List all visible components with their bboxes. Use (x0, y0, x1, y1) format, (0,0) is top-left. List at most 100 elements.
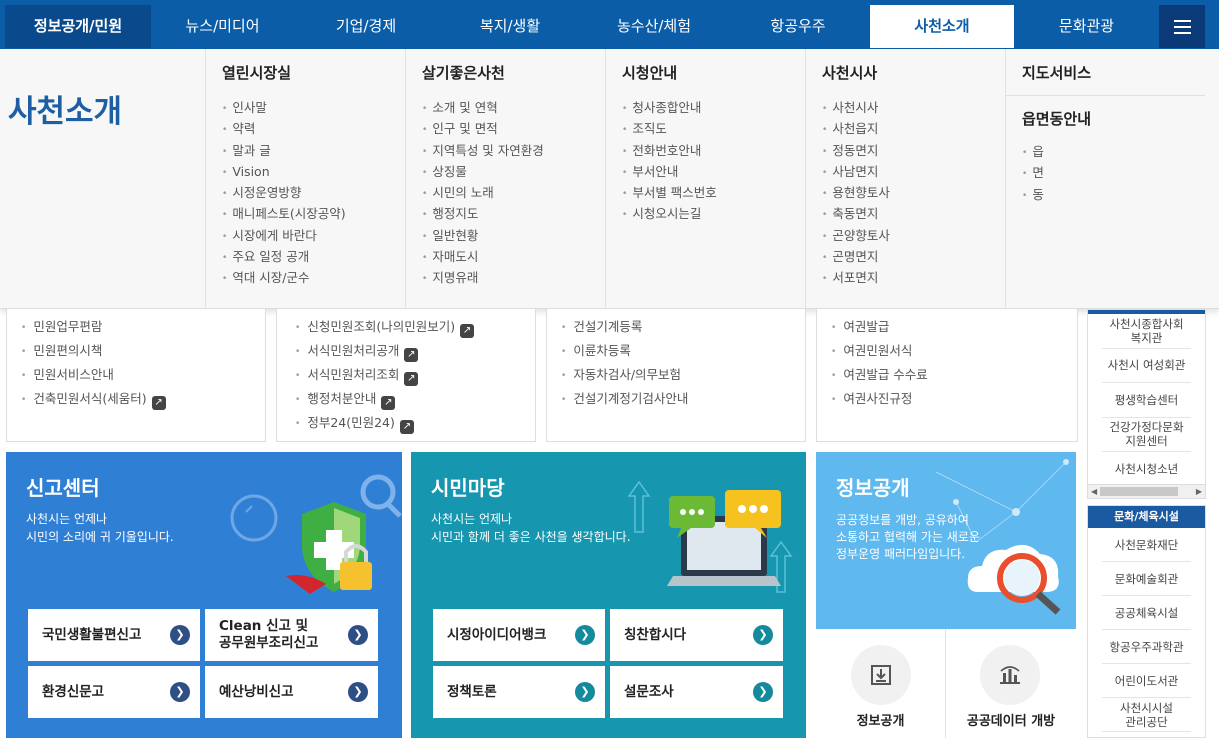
citizen-button-idea-bank[interactable]: 시정아이디어뱅크 ❯ (433, 609, 605, 661)
facility-link[interactable]: 건강가정다문화 지원센터 (1102, 418, 1191, 452)
list-item[interactable]: 건설기계정기검사안내 (561, 387, 805, 411)
civil-box-2: 신청민원조회(나의민원보기) ↗ 서식민원처리공개 ↗ 서식민원처리조회 ↗ 행정처분안내 ↗… (276, 309, 536, 442)
column-heading-map[interactable]: 지도서비스 (1006, 62, 1205, 96)
facility-link[interactable]: 사천시종합사회 복지관 (1102, 314, 1191, 349)
list-item[interactable]: 민원업무편람 (21, 315, 265, 339)
nav-item-agriculture[interactable]: 농수산/체험 (582, 5, 726, 48)
scroll-left-icon[interactable]: ◀ (1091, 487, 1097, 496)
menu-link[interactable]: Vision (222, 161, 405, 182)
list-item[interactable]: 행정처분안내 ↗ (295, 387, 535, 411)
menu-link[interactable]: 매니페스토(시장공약) (222, 203, 405, 224)
menu-link[interactable]: 청사종합안내 (622, 97, 805, 118)
scrollbar-thumb[interactable] (1100, 487, 1178, 496)
external-link-icon: ↗ (460, 324, 475, 338)
menu-link[interactable]: 곤양향토사 (822, 225, 1005, 246)
list-item[interactable]: 정부24(민원24) ↗ (295, 411, 535, 435)
nav-item-about-sacheon[interactable]: 사천소개 (870, 5, 1014, 48)
menu-link[interactable]: 시민의 노래 (422, 182, 605, 203)
nav-item-info-civil[interactable]: 정보공개/민원 (5, 5, 151, 48)
menu-link[interactable]: 축동면지 (822, 203, 1005, 224)
facility-link[interactable]: 사천시시설 관리공단 (1102, 698, 1191, 732)
menu-link[interactable]: 시장에게 바란다 (222, 225, 405, 246)
menu-link[interactable]: 면 (1022, 162, 1205, 183)
nav-item-aerospace[interactable]: 항공우주 (726, 5, 870, 48)
column-heading[interactable]: 사천시사 (822, 62, 1005, 83)
facility-link[interactable]: 사천문화재단 (1102, 528, 1191, 562)
list-item[interactable]: 이륜차등록 (561, 339, 805, 363)
menu-link[interactable]: 주요 일정 공개 (222, 246, 405, 267)
menu-link[interactable]: 부서별 팩스번호 (622, 182, 805, 203)
list-item[interactable]: 민원서비스안내 (21, 363, 265, 387)
menu-link[interactable]: 인구 및 면적 (422, 118, 605, 139)
list-item[interactable]: 건축민원서식(세움터) ↗ (21, 387, 265, 411)
facility-link[interactable]: 사천시 여성회관 (1102, 349, 1191, 383)
menu-link[interactable]: 사천시사 (822, 97, 1005, 118)
menu-link[interactable]: 동 (1022, 184, 1205, 205)
list-item[interactable]: 여권발급 (831, 315, 1077, 339)
list-item[interactable]: 서식민원처리조회 ↗ (295, 363, 535, 387)
list-item[interactable]: 민원편의시책 (21, 339, 265, 363)
menu-link[interactable]: 시정운영방향 (222, 182, 405, 203)
report-button-budget-waste[interactable]: 예산낭비신고 ❯ (205, 666, 378, 718)
list-item[interactable]: 자동차검사/의무보험 (561, 363, 805, 387)
column-heading-towns[interactable]: 읍면동안내 (1006, 108, 1205, 129)
menu-link[interactable]: 소개 및 연혁 (422, 97, 605, 118)
menu-link[interactable]: 부서안내 (622, 161, 805, 182)
menu-link[interactable]: 서포면지 (822, 267, 1005, 288)
menu-link[interactable]: 지명유래 (422, 267, 605, 288)
menu-link[interactable]: 용현향토사 (822, 182, 1005, 203)
facility-link[interactable]: 문화예술회관 (1102, 562, 1191, 596)
scroll-right-icon[interactable]: ▶ (1196, 487, 1202, 496)
column-heading[interactable]: 시청안내 (622, 62, 805, 83)
facility-link[interactable]: 항공우주과학관 (1102, 630, 1191, 664)
nav-item-welfare[interactable]: 복지/생활 (438, 5, 582, 48)
menu-link[interactable]: 자매도시 (422, 246, 605, 267)
list-item-label: 이륜차등록 (573, 343, 631, 358)
facility-link[interactable]: 사천시청소년 (1102, 452, 1191, 487)
menu-link[interactable]: 역대 시장/군수 (222, 267, 405, 288)
menu-link[interactable]: 전화번호안내 (622, 140, 805, 161)
horizontal-scrollbar[interactable]: ◀ ▶ (1088, 484, 1205, 498)
column-heading[interactable]: 살기좋은사천 (422, 62, 605, 83)
report-button-clean[interactable]: Clean 신고 및 공무원부조리신고 ❯ (205, 609, 378, 661)
menu-link[interactable]: 상징물 (422, 161, 605, 182)
facility-link[interactable]: 어린이도서관 (1102, 664, 1191, 698)
column-heading[interactable]: 열린시장실 (222, 62, 405, 83)
facility-link[interactable]: 평생학습센터 (1102, 383, 1191, 418)
citizen-button-policy-debate[interactable]: 정책토론 ❯ (433, 666, 605, 718)
facility-link[interactable]: 공공체육시설 (1102, 596, 1191, 630)
report-button-inconvenience[interactable]: 국민생활불편신고 ❯ (28, 609, 200, 661)
hamburger-menu-icon[interactable] (1159, 5, 1205, 48)
menu-link[interactable]: 곤명면지 (822, 246, 1005, 267)
list-item[interactable]: 서식민원처리공개 ↗ (295, 339, 535, 363)
menu-link[interactable]: 인사말 (222, 97, 405, 118)
menu-link[interactable]: 조직도 (622, 118, 805, 139)
list-item[interactable]: 여권사진규정 (831, 387, 1077, 411)
menu-link[interactable]: 시청오시는길 (622, 203, 805, 224)
citizen-button-praise[interactable]: 칭찬합시다 ❯ (610, 609, 783, 661)
menu-link[interactable]: 정동면지 (822, 140, 1005, 161)
list-item[interactable]: 신청민원조회(나의민원보기) ↗ (295, 315, 535, 339)
list-item-label: 자동차검사/의무보험 (573, 367, 682, 382)
menu-link[interactable]: 읍 (1022, 141, 1205, 162)
list-item[interactable]: 건설기계등록 (561, 315, 805, 339)
menu-link[interactable]: 사천읍지 (822, 118, 1005, 139)
citizen-button-survey[interactable]: 설문조사 ❯ (610, 666, 783, 718)
arrow-right-icon: ❯ (170, 625, 190, 645)
nav-item-economy[interactable]: 기업/경제 (294, 5, 438, 48)
nav-item-news[interactable]: 뉴스/미디어 (151, 5, 294, 48)
report-button-environment[interactable]: 환경신문고 ❯ (28, 666, 200, 718)
menu-link[interactable]: 행정지도 (422, 203, 605, 224)
list-item[interactable]: 여권민원서식 (831, 339, 1077, 363)
menu-link[interactable]: 말과 글 (222, 140, 405, 161)
menu-link[interactable]: 일반현황 (422, 225, 605, 246)
button-label: 환경신문고 (42, 683, 105, 700)
button-label: 시정아이디어뱅크 (447, 626, 547, 643)
menu-link[interactable]: 지역특성 및 자연환경 (422, 140, 605, 161)
culture-facility-list: 문화/체육시설 사천문화재단 문화예술회관 공공체육시설 항공우주과학관 어린이도서관 사… (1087, 505, 1206, 738)
arrow-right-icon: ❯ (753, 682, 773, 702)
list-item[interactable]: 여권발급 수수료 (831, 363, 1077, 387)
nav-item-culture-tourism[interactable]: 문화관광 (1014, 5, 1159, 48)
menu-link[interactable]: 사남면지 (822, 161, 1005, 182)
menu-link[interactable]: 약력 (222, 118, 405, 139)
